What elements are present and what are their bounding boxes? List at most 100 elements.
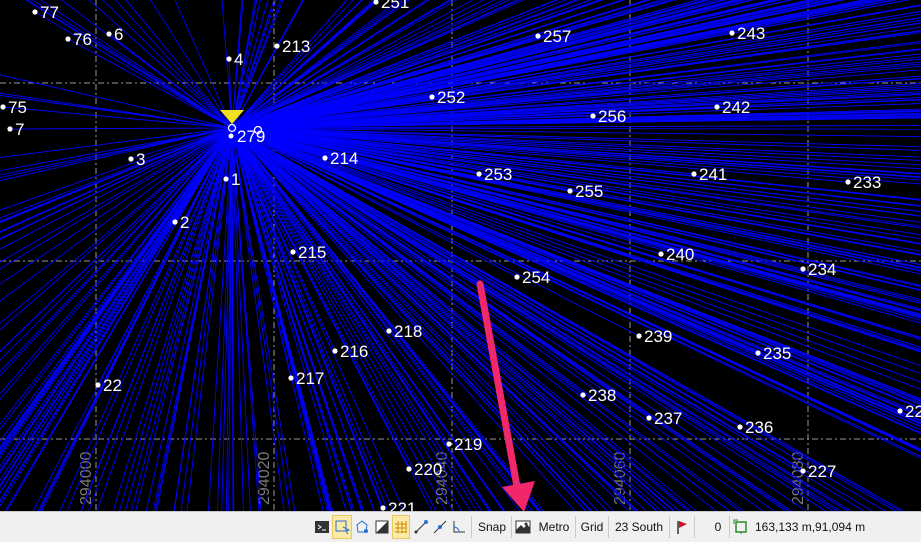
point-dot <box>106 31 112 37</box>
point-label: 238 <box>588 386 616 405</box>
grid-snap-icon <box>395 521 407 533</box>
point-label: 253 <box>484 165 512 184</box>
survey-point-251[interactable]: 251 <box>373 0 409 12</box>
point-label: 214 <box>330 149 358 168</box>
point-label: 75 <box>8 98 27 117</box>
point-label: 215 <box>298 243 326 262</box>
survey-point-3[interactable]: 3 <box>128 150 145 169</box>
angle-button[interactable] <box>450 515 468 539</box>
survey-point-6[interactable]: 6 <box>106 25 123 44</box>
point-dot <box>714 104 720 110</box>
point-label: 237 <box>654 409 682 428</box>
sight-ray <box>102 0 233 129</box>
point-dot <box>590 113 596 119</box>
point-label: 251 <box>381 0 409 12</box>
terminal-button[interactable] <box>312 515 332 539</box>
line-snap-icon <box>433 520 447 534</box>
point-label: 22 <box>905 402 921 421</box>
sight-ray <box>0 127 233 250</box>
shade-icon <box>375 520 389 534</box>
point-dot <box>567 188 573 194</box>
point-dot <box>172 219 178 225</box>
survey-point-239[interactable]: 239 <box>636 327 672 346</box>
point-dot <box>290 249 296 255</box>
window-icon <box>733 519 747 534</box>
sight-ray <box>34 11 233 129</box>
point-dot <box>446 441 452 447</box>
point-dot <box>386 328 392 334</box>
select-mode-button[interactable] <box>332 515 352 539</box>
point-dot <box>288 375 294 381</box>
cursor-coordinates: 163,133 m,91,094 m <box>755 520 866 534</box>
snap-toggle[interactable]: Snap <box>474 515 510 539</box>
point-label: 257 <box>543 27 571 46</box>
sight-ray <box>60 0 233 129</box>
point-dot <box>476 171 482 177</box>
point-label: 4 <box>234 50 243 69</box>
point-dot <box>406 466 412 472</box>
survey-point-213[interactable]: 213 <box>274 37 310 56</box>
point-label: 22 <box>103 376 122 395</box>
point-label: 3 <box>136 150 145 169</box>
sight-ray <box>149 0 233 129</box>
sight-ray <box>2 106 233 129</box>
map-viewport[interactable]: 294000294020294040294060294080 777664213… <box>0 0 921 511</box>
point-label: 219 <box>454 435 482 454</box>
point-dot <box>429 94 435 100</box>
map-button[interactable] <box>513 515 533 539</box>
point-label: 1 <box>231 170 240 189</box>
point-dot <box>7 126 13 132</box>
point-dot <box>845 179 851 185</box>
point-dot <box>755 350 761 356</box>
sight-ray <box>131 127 233 511</box>
node-snap-button[interactable] <box>412 515 430 539</box>
survey-point-75[interactable]: 75 <box>0 98 27 117</box>
survey-point-76[interactable]: 76 <box>65 30 92 49</box>
line-snap-button[interactable] <box>431 515 449 539</box>
point-label: 220 <box>414 460 442 479</box>
point-label: 76 <box>73 30 92 49</box>
point-dot <box>274 43 280 49</box>
polygon-button[interactable] <box>352 515 372 539</box>
grid-snap-button[interactable] <box>392 515 410 539</box>
flag-icon <box>677 521 687 534</box>
point-label: 235 <box>763 344 791 363</box>
count-value: 0 <box>714 520 722 534</box>
point-dot <box>636 333 642 339</box>
survey-point-7[interactable]: 7 <box>7 120 24 139</box>
survey-point-221[interactable]: 221 <box>380 499 416 511</box>
point-label: 239 <box>644 327 672 346</box>
point-dot <box>95 382 101 388</box>
sight-ray <box>231 127 615 511</box>
point-dot <box>737 424 743 430</box>
point-label: 236 <box>745 418 773 437</box>
point-dot <box>580 392 586 398</box>
units-selector[interactable]: Metro <box>535 515 573 539</box>
point-dot <box>897 408 903 414</box>
point-dot <box>332 348 338 354</box>
map-canvas[interactable]: 294000294020294040294060294080 777664213… <box>0 0 921 511</box>
point-label: 240 <box>666 245 694 264</box>
survey-point-233[interactable]: 233 <box>845 173 881 192</box>
window-button[interactable] <box>731 515 751 539</box>
angle-icon <box>453 521 465 533</box>
zone-selector[interactable]: 23 South <box>610 515 668 539</box>
survey-point-220[interactable]: 220 <box>406 460 442 479</box>
survey-point-215[interactable]: 215 <box>290 243 326 262</box>
point-dot <box>658 251 664 257</box>
point-dot <box>646 415 652 421</box>
point-label: 227 <box>808 462 836 481</box>
grid-toggle[interactable]: Grid <box>577 515 607 539</box>
survey-point-254[interactable]: 254 <box>514 268 550 287</box>
flag-button[interactable] <box>672 515 692 539</box>
point-dot <box>514 274 520 280</box>
point-label: 242 <box>722 98 750 117</box>
terminal-icon <box>315 521 329 533</box>
point-label: 243 <box>737 24 765 43</box>
point-dot <box>32 9 38 15</box>
shade-button[interactable] <box>372 515 392 539</box>
point-label: 7 <box>15 120 24 139</box>
point-label: 218 <box>394 322 422 341</box>
survey-point-216[interactable]: 216 <box>332 342 368 361</box>
point-dot <box>128 156 134 162</box>
